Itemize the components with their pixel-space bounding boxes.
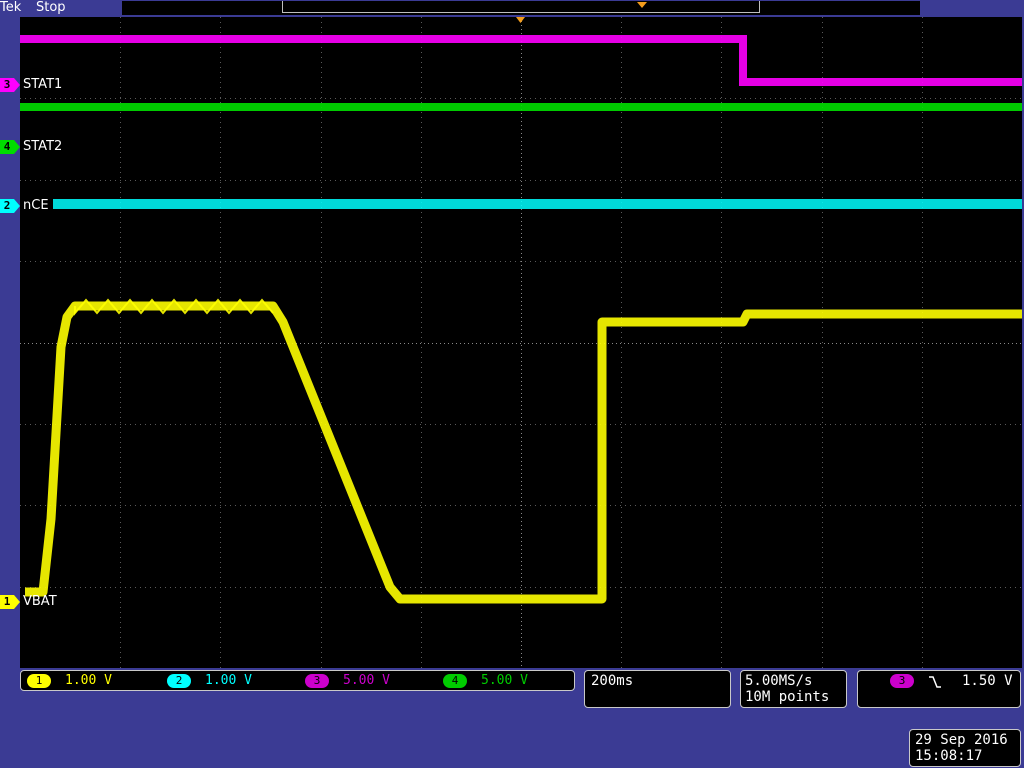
ch3-pill: 3 <box>305 673 329 688</box>
trigger-source-pill: 3 <box>890 674 914 688</box>
trigger-level: 1.50 V <box>962 673 1013 689</box>
channel4-marker[interactable]: 4 <box>0 140 20 154</box>
ch1-pill: 1 <box>27 673 51 688</box>
ch1-scale-readout[interactable]: 1 1.00 V <box>27 672 112 690</box>
waveform-display[interactable] <box>20 17 1022 668</box>
record-length: 10M points <box>745 689 830 705</box>
trigger-readout[interactable]: 3 1.50 V <box>857 670 1021 708</box>
falling-edge-icon <box>929 676 941 688</box>
date-text: 29 Sep 2016 <box>915 732 1008 748</box>
vertical-scale-readout[interactable]: 1 1.00 V 2 1.00 V 3 5.00 V 4 5.00 V <box>20 670 575 691</box>
channel1-label: VBAT <box>23 594 57 609</box>
trigger-marker-icon <box>516 17 525 23</box>
timebase-readout[interactable]: 200ms <box>584 670 731 708</box>
waveform-svg <box>20 17 1022 668</box>
timebase-scale: 200ms <box>591 673 634 689</box>
time-text: 15:08:17 <box>915 748 983 764</box>
top-status-bar: Tek Stop <box>0 0 1024 17</box>
channel4-label: STAT2 <box>23 139 63 154</box>
channel1-marker[interactable]: 1 <box>0 595 20 609</box>
waveform-vbat <box>25 301 1022 604</box>
datetime-readout: 29 Sep 2016 15:08:17 <box>909 729 1021 767</box>
acquisition-state: Stop <box>36 0 66 15</box>
ch3-scale-readout[interactable]: 3 5.00 V <box>305 672 390 690</box>
ch4-pill: 4 <box>443 673 467 688</box>
channel3-label: STAT1 <box>23 77 63 92</box>
ch2-scale-readout[interactable]: 2 1.00 V <box>167 672 252 690</box>
acquisition-readout[interactable]: 5.00MS/s 10M points <box>740 670 847 708</box>
sample-rate: 5.00MS/s <box>745 673 813 689</box>
record-view-window[interactable] <box>282 1 760 13</box>
ch2-pill: 2 <box>167 673 191 688</box>
ch4-scale-value: 5.00 V <box>481 673 528 688</box>
record-view-bar[interactable] <box>122 1 920 15</box>
ch4-scale-readout[interactable]: 4 5.00 V <box>443 672 528 690</box>
brand-logo: Tek <box>0 0 22 15</box>
ch1-scale-value: 1.00 V <box>65 673 112 688</box>
channel3-marker[interactable]: 3 <box>0 78 20 92</box>
graticule-grid <box>20 17 1022 668</box>
channel2-marker[interactable]: 2 <box>0 199 20 213</box>
ch2-scale-value: 1.00 V <box>205 673 252 688</box>
graticule-center-axes <box>20 17 1022 668</box>
ch3-scale-value: 5.00 V <box>343 673 390 688</box>
trigger-position-marker-icon[interactable] <box>637 2 647 8</box>
channel2-label: nCE <box>23 198 49 213</box>
